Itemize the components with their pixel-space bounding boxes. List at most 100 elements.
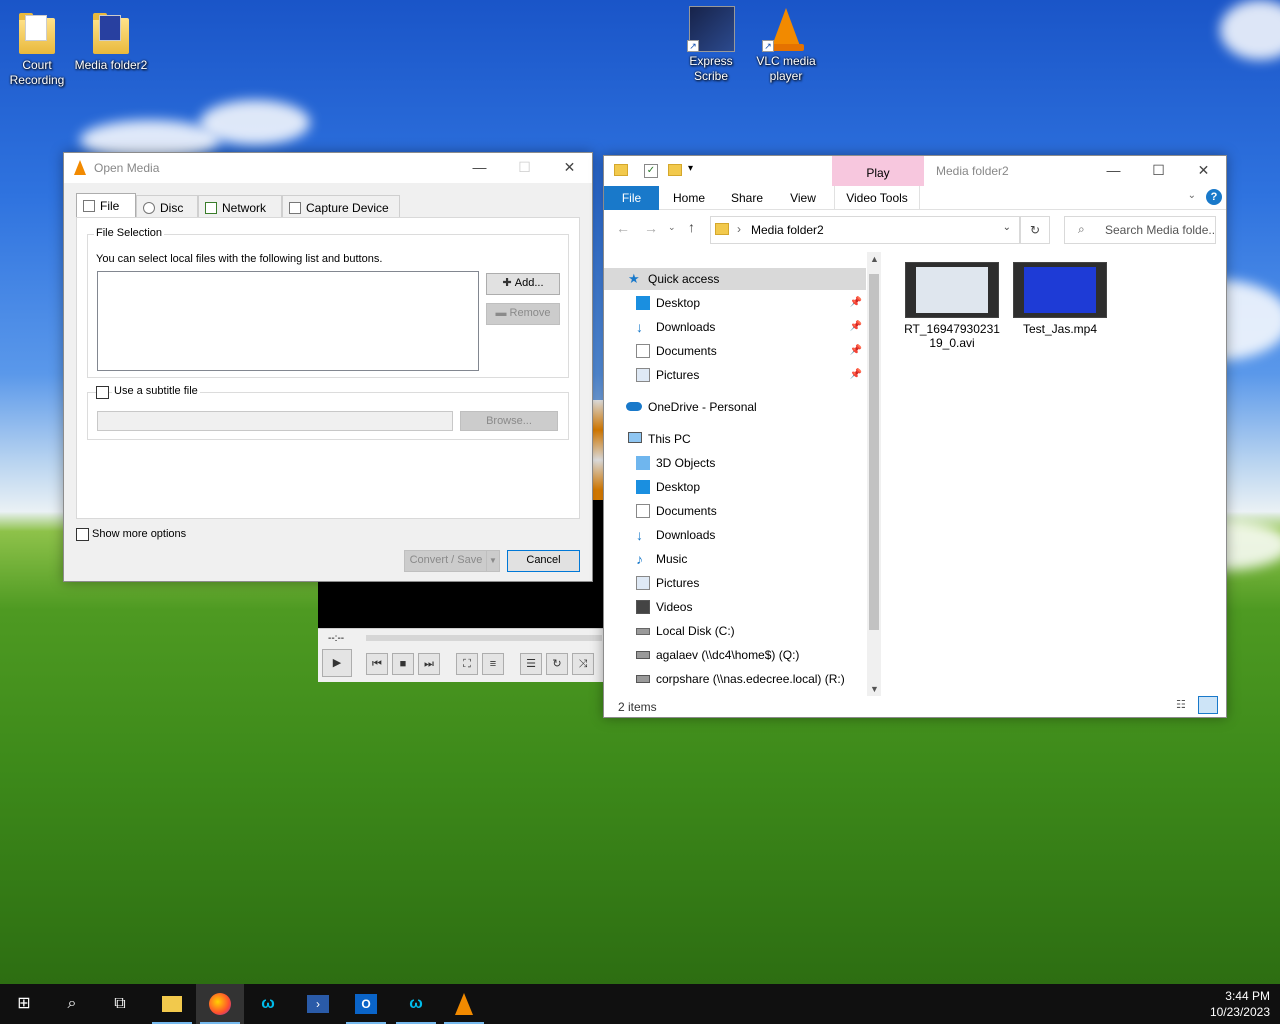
title-bar[interactable]: Open Media — ☐ ✕ [64,153,592,183]
subtitle-path-field[interactable] [97,411,453,431]
nav-quick-documents[interactable]: Documents 📌 [604,340,866,362]
ribbon-tab-share[interactable]: Share [722,186,772,210]
taskbar-firefox[interactable] [196,984,244,1024]
task-view-button[interactable]: ⧉ [96,984,144,1024]
nav-label: Videos [656,600,693,614]
maximize-button[interactable]: ☐ [1136,162,1181,179]
nav-quick-access[interactable]: ★ Quick access [604,268,866,290]
fullscreen-button[interactable]: ⛶ [456,653,478,675]
up-button[interactable]: ↑ [688,219,695,235]
previous-button[interactable]: ⏮ [366,653,388,675]
recent-locations-button[interactable]: ⌄ [668,222,676,233]
nav-pc-desktop[interactable]: Desktop [604,476,866,498]
ribbon-tab-home[interactable]: Home [664,186,714,210]
help-icon[interactable]: ? [1206,189,1222,205]
nav-pc-local-disk[interactable]: Local Disk (C:) [604,620,866,642]
details-view-button[interactable]: ☷ [1176,698,1194,714]
nav-pc-network-drive-q[interactable]: agalaev (\\dc4\home$) (Q:) [604,644,866,666]
ribbon-tab-file[interactable]: File [604,186,659,210]
nav-quick-desktop[interactable]: Desktop 📌 [604,292,866,314]
ribbon-expand-chevron-icon[interactable]: ⌄ [1188,190,1196,201]
convert-save-button[interactable]: Convert / Save [404,550,488,572]
search-input[interactable]: Search Media folde... [1064,216,1216,244]
ribbon-tab-view[interactable]: View [778,186,828,210]
nav-this-pc[interactable]: This PC [604,428,866,450]
quick-access-toolbar-chevron-icon[interactable]: ▾ [688,163,693,174]
nav-scrollbar[interactable]: ▲ ▼ [867,252,881,696]
stop-button[interactable]: ■ [392,653,414,675]
subtitle-checkbox[interactable] [96,386,109,399]
loop-button[interactable]: ↻ [546,653,568,675]
desktop-icon-court-recording[interactable]: Court Recording [0,10,74,88]
address-bar[interactable]: › Media folder2 ⌄ [710,216,1020,244]
tab-network[interactable]: Network [198,195,282,219]
minimize-button[interactable]: — [1091,162,1136,178]
file-explorer-window[interactable]: ✓ ▾ Play Media folder2 — ☐ ✕ File Home Sha… [603,155,1227,718]
nav-pc-downloads[interactable]: ↓ Downloads [604,524,866,546]
tab-capture-device[interactable]: Capture Device [282,195,400,219]
open-media-dialog[interactable]: Open Media — ☐ ✕ File Disc Network Capture… [63,152,593,582]
file-item[interactable]: RT_1694793023119_0.avi [902,262,1002,350]
search-button[interactable]: ⌕ [48,984,96,1024]
extended-settings-button[interactable]: ≡ [482,653,504,675]
tab-file[interactable]: File [76,193,136,219]
desktop-icon [636,296,650,310]
remove-button[interactable]: ▬ Remove [486,303,560,325]
start-button[interactable]: ⊞ [0,984,48,1024]
scroll-thumb[interactable] [869,274,879,630]
minus-icon: ▬ [495,307,510,319]
close-button[interactable]: ✕ [547,159,592,176]
nav-pc-documents[interactable]: Documents [604,500,866,522]
next-button[interactable]: ⏭ [418,653,440,675]
nav-quick-downloads[interactable]: ↓ Downloads 📌 [604,316,866,338]
nav-pc-network-drive-r[interactable]: corpshare (\\nas.edecree.local) (R:) [604,668,866,690]
address-dropdown-icon[interactable]: ⌄ [1003,222,1011,233]
taskbar-webex[interactable]: ω [244,984,292,1024]
back-button[interactable]: ← [616,220,630,236]
scroll-down-icon[interactable]: ▼ [870,684,879,694]
play-button[interactable]: ▶ [322,649,352,677]
nav-pc-3d-objects[interactable]: 3D Objects [604,452,866,474]
scroll-up-icon[interactable]: ▲ [870,254,879,264]
nav-onedrive[interactable]: OneDrive - Personal [604,396,866,418]
taskbar-powershell[interactable]: › [294,984,342,1024]
maximize-button[interactable]: ☐ [502,159,547,176]
tab-disc[interactable]: Disc [136,195,198,219]
desktop-icon-vlc[interactable]: ↗ VLC media player [749,6,823,84]
taskbar-file-explorer[interactable] [148,984,196,1024]
taskbar-outlook[interactable]: O [342,984,390,1024]
system-clock[interactable]: 3:44 PM 10/23/2023 [1210,988,1270,1020]
cancel-button[interactable]: Cancel [507,550,580,572]
browse-button[interactable]: Browse... [460,411,558,431]
desktop-icon-media-folder2[interactable]: Media folder2 [74,10,148,73]
taskbar-vlc[interactable] [440,984,488,1024]
shuffle-button[interactable]: ⤨ [572,653,594,675]
file-item[interactable]: Test_Jas.mp4 [1010,262,1110,336]
taskbar-webex-2[interactable]: ω [392,984,440,1024]
add-button[interactable]: ✚ Add... [486,273,560,295]
convert-dropdown-button[interactable]: ▼ [486,550,500,572]
new-folder-icon[interactable] [668,164,682,176]
playlist-button[interactable]: ☰ [520,653,542,675]
nav-pc-pictures[interactable]: Pictures [604,572,866,594]
file-list[interactable] [97,271,479,371]
desktop-icon-express-scribe[interactable]: ↗ Express Scribe [674,6,748,84]
nav-pc-music[interactable]: ♪ Music [604,548,866,570]
search-icon: ⌕ [67,995,77,1012]
properties-icon[interactable]: ✓ [644,164,658,178]
refresh-button[interactable]: ↻ [1020,216,1050,244]
vlc-seek-bar[interactable] [366,635,602,641]
ribbon-tab-video-tools[interactable]: Video Tools [834,186,920,210]
nav-quick-pictures[interactable]: Pictures 📌 [604,364,866,386]
forward-button[interactable]: → [644,220,658,236]
close-button[interactable]: ✕ [1181,162,1226,179]
title-bar[interactable]: ✓ ▾ Play Media folder2 — ☐ ✕ [604,156,1226,186]
file-panel: File Selection You can select local file… [76,217,580,519]
nav-pc-videos[interactable]: Videos [604,596,866,618]
minimize-button[interactable]: — [457,159,502,175]
show-more-options-checkbox[interactable] [76,528,89,541]
large-icons-view-button[interactable] [1198,696,1218,714]
file-name: RT_1694793023119_0.avi [904,322,1000,350]
breadcrumb-current[interactable]: Media folder2 [751,223,824,237]
context-tab-play[interactable]: Play [832,156,924,186]
